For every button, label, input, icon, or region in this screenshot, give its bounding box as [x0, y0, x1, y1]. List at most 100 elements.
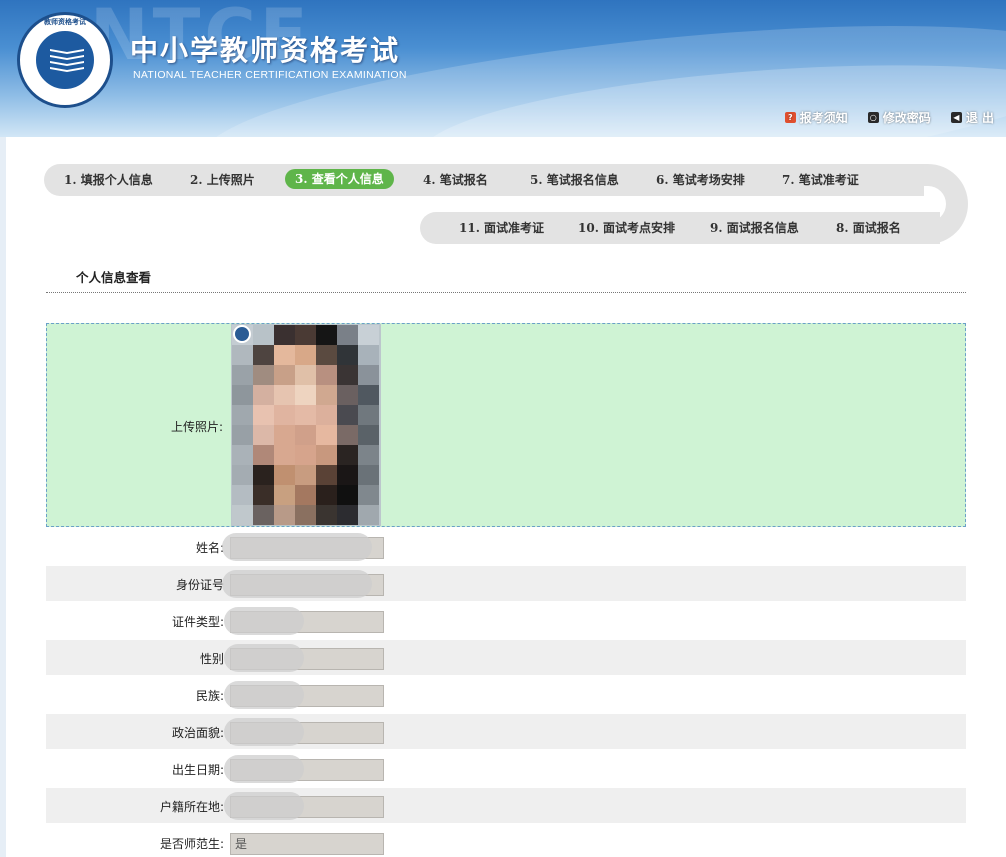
photo-pixel — [274, 325, 295, 345]
logo-emblem — [34, 29, 96, 91]
field-label: 是否师范生: — [159, 837, 224, 851]
section-title: 个人信息查看 — [76, 270, 152, 285]
site-header: NTCE 教师资格考试 中小学教师资格考试 NATIONAL TEACHER C… — [0, 0, 1006, 137]
top-link-label: 报考须知 — [799, 111, 848, 125]
site-title: 中小学教师资格考试 — [130, 34, 401, 67]
photo-pixel — [337, 365, 358, 385]
step-interview-registration[interactable]: 8. 面试报名 — [836, 218, 901, 238]
photo-pixel — [316, 345, 337, 365]
field-label: 姓名: — [195, 541, 224, 555]
photo-pixel — [232, 345, 253, 365]
photo-pixel — [337, 465, 358, 485]
photo-pixel — [295, 325, 316, 345]
photo-pixel — [358, 505, 379, 525]
photo-pixel — [337, 425, 358, 445]
photo-pixel — [358, 445, 379, 465]
photo-pixel — [358, 365, 379, 385]
photo-pixel — [253, 365, 274, 385]
logout-link[interactable]: ◀ 退 出 — [950, 109, 994, 126]
photo-pixel — [295, 385, 316, 405]
photo-pixel — [358, 465, 379, 485]
step-written-admission-ticket[interactable]: 7. 笔试准考证 — [782, 170, 859, 190]
step-upload-photo[interactable]: 2. 上传照片 — [190, 170, 255, 190]
photo-pixel — [295, 505, 316, 525]
photo-pixel — [337, 325, 358, 345]
top-link-label: 退 出 — [965, 111, 994, 125]
top-links: ? 报考须知 ○ 修改密码 ◀ 退 出 — [784, 109, 994, 126]
redaction — [224, 755, 304, 783]
photo-pixel — [316, 405, 337, 425]
step-track-gap — [888, 196, 936, 212]
field-label: 性别 — [199, 652, 224, 666]
step-written-room-arrangement[interactable]: 6. 笔试考场安排 — [656, 170, 745, 190]
id-photo — [231, 324, 381, 526]
step-interview-site-arrangement[interactable]: 10. 面试考点安排 — [578, 218, 675, 238]
form-row-ethnicity: 民族: — [46, 677, 966, 712]
step-fill-info[interactable]: 1. 填报个人信息 — [64, 170, 153, 190]
photo-pixel — [337, 445, 358, 465]
step-view-info[interactable]: 3. 查看个人信息 — [285, 169, 394, 189]
normal-student-field[interactable]: 是 — [230, 833, 384, 855]
emblem-icon — [233, 325, 251, 343]
photo-pixel — [274, 365, 295, 385]
photo-pixel — [232, 465, 253, 485]
photo-pixel — [337, 485, 358, 505]
photo-pixel — [316, 445, 337, 465]
photo-pixel — [295, 425, 316, 445]
photo-pixel — [295, 445, 316, 465]
photo-pixel — [358, 385, 379, 405]
photo-pixel — [253, 425, 274, 445]
photo-pixel — [253, 345, 274, 365]
photo-pixel — [232, 445, 253, 465]
book-icon — [50, 49, 84, 73]
redaction — [224, 681, 304, 709]
change-password-link[interactable]: ○ 修改密码 — [867, 109, 931, 126]
photo-pixel — [358, 485, 379, 505]
redaction — [224, 644, 304, 672]
field-label: 身份证号 — [175, 578, 224, 592]
photo-pixel — [358, 325, 379, 345]
photo-label: 上传照片: — [170, 420, 223, 434]
form-row-gender: 性别 — [46, 640, 966, 675]
photo-pixel — [232, 425, 253, 445]
photo-pixel — [337, 505, 358, 525]
form-row-id-type: 证件类型: — [46, 603, 966, 638]
photo-pixel — [337, 345, 358, 365]
photo-pixel — [337, 385, 358, 405]
ntce-logo: 教师资格考试 — [17, 12, 113, 108]
field-label: 户籍所在地: — [159, 800, 224, 814]
photo-pixel — [232, 405, 253, 425]
photo-pixel — [316, 385, 337, 405]
step-written-registration-info[interactable]: 5. 笔试报名信息 — [530, 170, 619, 190]
photo-pixel — [253, 485, 274, 505]
photo-pixel — [274, 405, 295, 425]
photo-pixel — [253, 325, 274, 345]
step-written-registration[interactable]: 4. 笔试报名 — [423, 170, 488, 190]
main-panel: 1. 填报个人信息 2. 上传照片 3. 查看个人信息 4. 笔试报名 5. 笔… — [6, 137, 1006, 857]
photo-pixel — [253, 465, 274, 485]
step-interview-admission-ticket[interactable]: 11. 面试准考证 — [459, 218, 544, 238]
photo-pixel — [253, 445, 274, 465]
form-row-household-registration: 户籍所在地: — [46, 788, 966, 823]
field-label: 证件类型: — [171, 615, 224, 629]
form-row-political-status: 政治面貌: — [46, 714, 966, 749]
step-interview-registration-info[interactable]: 9. 面试报名信息 — [710, 218, 799, 238]
photo-pixel — [337, 405, 358, 425]
photo-pixel — [316, 325, 337, 345]
photo-pixel — [232, 365, 253, 385]
help-icon: ? — [784, 112, 796, 123]
photo-pixel — [253, 505, 274, 525]
photo-pixel — [295, 405, 316, 425]
field-label: 政治面貌: — [171, 726, 224, 740]
photo-pixel — [274, 445, 295, 465]
redaction — [224, 607, 304, 635]
exit-icon: ◀ — [950, 112, 962, 123]
photo-pixel — [295, 465, 316, 485]
divider — [46, 292, 966, 293]
form-row-birth-date: 出生日期: — [46, 751, 966, 786]
photo-pixel — [316, 505, 337, 525]
redaction — [222, 570, 372, 598]
photo-pixel — [358, 425, 379, 445]
registration-notice-link[interactable]: ? 报考须知 — [784, 109, 848, 126]
photo-pixel — [316, 425, 337, 445]
